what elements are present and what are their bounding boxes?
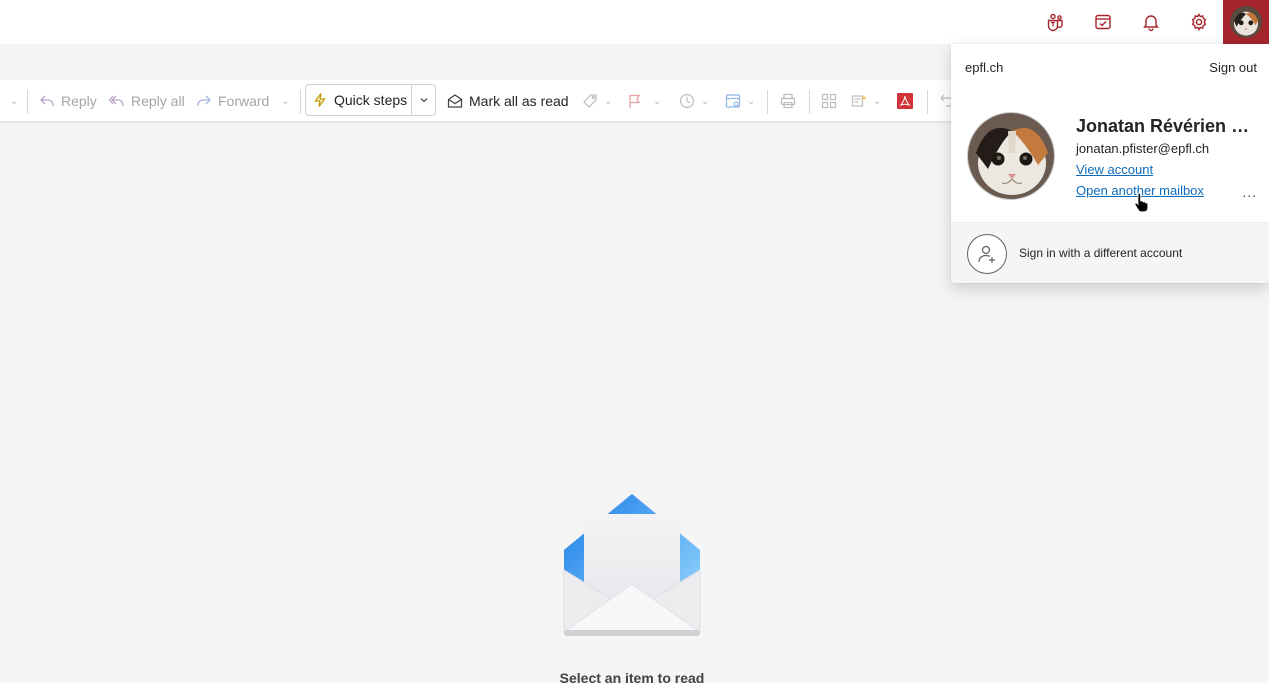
add-person-icon <box>967 234 1007 274</box>
profile-picture[interactable] <box>967 112 1055 200</box>
header-actions <box>1031 0 1269 44</box>
mark-all-read-label: Mark all as read <box>469 93 569 109</box>
empty-mail-illustration <box>562 492 702 642</box>
reply-all-icon <box>109 95 124 106</box>
ribbon-divider <box>27 90 28 114</box>
rules-button[interactable]: ⌄ <box>725 80 755 122</box>
chevron-down-icon: ⌄ <box>10 95 19 107</box>
clock-icon <box>679 93 695 109</box>
chevron-down-icon: ⌄ <box>604 95 613 107</box>
reply-label: Reply <box>61 93 97 109</box>
user-display-name: Jonatan Révérien Pfister <box>1076 116 1256 136</box>
chevron-down-icon: ⌄ <box>281 95 290 107</box>
snooze-button[interactable]: ⌄ <box>679 80 709 122</box>
flag-icon <box>629 94 641 108</box>
forward-button[interactable]: Forward ⌄ <box>196 80 290 122</box>
teams-button[interactable] <box>1031 0 1079 44</box>
pdf-icon <box>897 93 913 109</box>
view-account-link[interactable]: View account <box>1076 162 1153 177</box>
chevron-down-icon: ⌄ <box>873 95 882 107</box>
quick-steps-dropdown[interactable] <box>412 95 435 105</box>
account-manager-popup: epfl.ch Sign out Jonatan Révérien Pfiste… <box>951 44 1269 283</box>
quick-steps-control: Quick steps <box>305 84 436 116</box>
top-bar <box>0 0 1269 44</box>
sign-in-different-account-label: Sign in with a different account <box>1019 246 1183 260</box>
rules-icon <box>725 94 741 108</box>
ribbon-divider <box>809 90 810 114</box>
gear-icon <box>1191 13 1207 31</box>
ribbon-divider <box>767 90 768 114</box>
immersive-reader-button[interactable]: ⌄ <box>851 80 881 122</box>
account-button[interactable] <box>1223 0 1269 44</box>
ribbon-divider <box>300 90 301 114</box>
ribbon-overflow-left[interactable]: ⌄ <box>0 80 18 122</box>
grid-icon <box>821 93 837 109</box>
forward-icon <box>197 95 211 106</box>
reply-all-button[interactable]: Reply all <box>109 80 185 122</box>
reply-icon <box>40 95 54 106</box>
lightning-icon <box>314 93 326 107</box>
pdf-button[interactable] <box>897 80 913 122</box>
hand-cursor-icon <box>1133 192 1149 213</box>
teams-icon <box>1047 13 1063 32</box>
reply-all-label: Reply all <box>131 93 185 109</box>
chevron-down-icon <box>420 98 427 103</box>
notifications-button[interactable] <box>1127 0 1175 44</box>
apps-button[interactable] <box>821 80 837 122</box>
forward-label: Forward <box>218 93 270 109</box>
avatar <box>1230 6 1262 38</box>
more-options-button[interactable]: ... <box>1242 184 1257 200</box>
categorize-button[interactable]: ⌄ <box>582 80 612 122</box>
print-button[interactable] <box>780 80 796 122</box>
flag-button[interactable]: ⌄ <box>627 80 661 122</box>
todo-button[interactable] <box>1079 0 1127 44</box>
chevron-down-icon: ⌄ <box>747 95 756 107</box>
chevron-down-icon: ⌄ <box>701 95 710 107</box>
todo-icon <box>1095 14 1111 30</box>
settings-button[interactable] <box>1175 0 1223 44</box>
sign-in-different-account[interactable]: Sign in with a different account <box>951 222 1269 283</box>
empty-state-message: Select an item to read <box>559 670 705 683</box>
quick-steps-button[interactable]: Quick steps <box>306 85 412 115</box>
sign-out-button[interactable]: Sign out <box>1209 60 1257 75</box>
printer-icon <box>780 93 796 109</box>
chevron-down-icon: ⌄ <box>653 95 662 107</box>
open-envelope-icon <box>447 94 463 108</box>
bell-icon <box>1143 15 1159 32</box>
ribbon-divider <box>927 90 928 114</box>
user-email: jonatan.pfister@epfl.ch <box>1076 141 1210 156</box>
reply-button[interactable]: Reply <box>39 80 97 122</box>
reader-icon <box>851 95 866 107</box>
organization-name: epfl.ch <box>965 60 1004 75</box>
tag-icon <box>583 94 597 108</box>
quick-steps-label: Quick steps <box>334 92 408 108</box>
mark-all-read-button[interactable]: Mark all as read <box>447 80 569 122</box>
